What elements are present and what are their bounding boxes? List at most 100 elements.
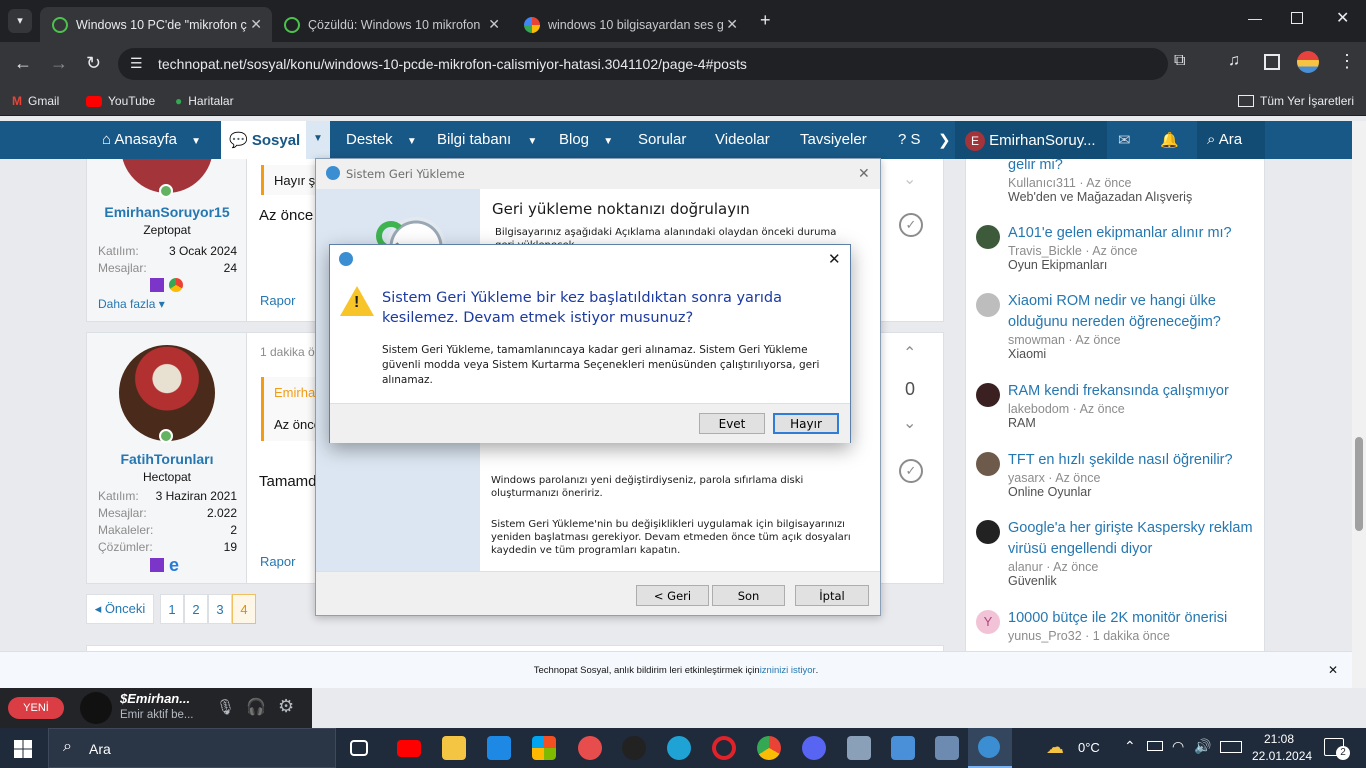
reload-icon[interactable]: ↻	[86, 53, 101, 74]
inbox-icon[interactable]: ✉	[1118, 131, 1131, 149]
taskbar-search[interactable]: ⌕ Ara	[48, 728, 336, 768]
username[interactable]: FatihTorunları	[87, 451, 247, 467]
temperature[interactable]: 0°C	[1078, 740, 1100, 755]
scrollbar-thumb[interactable]	[1355, 437, 1363, 531]
profile-avatar[interactable]	[1297, 51, 1319, 73]
avatar[interactable]: Y	[976, 610, 1000, 634]
store-icon[interactable]	[532, 736, 556, 760]
maximize-icon[interactable]	[1291, 12, 1303, 24]
site-info-icon[interactable]: ☰	[130, 55, 143, 72]
pagination-page-current[interactable]: 4	[232, 594, 256, 624]
permission-link[interactable]: izninizi istiyor	[760, 665, 816, 676]
nav-questions[interactable]: Sorular	[638, 131, 686, 148]
solution-check-icon[interactable]: ✓	[899, 213, 923, 237]
youtube-icon[interactable]	[397, 740, 421, 757]
chevron-down-icon[interactable]: ▼	[306, 121, 330, 159]
cancel-button[interactable]: İptal	[795, 585, 869, 606]
close-icon[interactable]: ✕	[858, 165, 870, 182]
system-restore-task[interactable]	[968, 728, 1012, 768]
microphone-icon[interactable]: 🎙	[216, 698, 235, 716]
keyboard-icon[interactable]	[1220, 741, 1242, 753]
chevron-up-icon[interactable]: ⌃	[1124, 738, 1136, 755]
solution-check-icon[interactable]: ✓	[899, 459, 923, 483]
no-button[interactable]: Hayır	[773, 413, 839, 434]
close-window-icon[interactable]: ✕	[1336, 8, 1349, 28]
avatar[interactable]	[976, 293, 1000, 317]
headphones-icon[interactable]: 🎧	[246, 697, 266, 717]
browser-tab-3[interactable]: windows 10 bilgisayardan ses g ✕	[512, 7, 748, 42]
bookmark-youtube[interactable]: YouTube	[86, 94, 155, 108]
close-tab-icon[interactable]: ✕	[250, 16, 262, 33]
username[interactable]: EmirhanSoruyor15	[87, 204, 247, 220]
minimize-icon[interactable]: —	[1248, 10, 1262, 26]
nav-knowledge[interactable]: Bilgi tabanı ▼	[437, 131, 537, 148]
start-windows-icon[interactable]	[14, 740, 32, 758]
post-time[interactable]: 1 dakika ön	[260, 345, 321, 359]
clock-date[interactable]: 22.01.2024	[1252, 749, 1312, 763]
edge-icon[interactable]	[667, 736, 691, 760]
new-badge[interactable]: YENİ	[8, 697, 64, 719]
nav-videos[interactable]: Videolar	[715, 131, 770, 148]
page-scrollbar[interactable]	[1352, 121, 1366, 688]
yes-button[interactable]: Evet	[699, 413, 765, 434]
side-panel-icon[interactable]	[1264, 54, 1280, 70]
vote-down-icon[interactable]: ⌄	[903, 169, 916, 189]
nav-blog[interactable]: Blog ▼	[559, 131, 613, 148]
avatar[interactable]	[119, 345, 215, 441]
avatar[interactable]	[976, 383, 1000, 407]
nav-account[interactable]: E EmirhanSoruy...	[955, 121, 1107, 159]
file-explorer-icon[interactable]	[442, 736, 466, 760]
avatar[interactable]	[976, 225, 1000, 249]
bookmark-maps[interactable]: ● Haritalar	[175, 94, 234, 108]
forward-icon[interactable]: →	[50, 53, 68, 74]
discord-username[interactable]: $Emirhan...	[120, 691, 190, 706]
task-view-icon[interactable]	[350, 740, 368, 756]
report-link[interactable]: Rapor	[260, 293, 295, 308]
report-link[interactable]: Rapor	[260, 554, 295, 569]
all-bookmarks[interactable]: Tüm Yer İşaretleri	[1238, 94, 1354, 108]
mouse-app-icon[interactable]	[578, 736, 602, 760]
browser-tab-1[interactable]: Windows 10 PC'de "mikrofon ç ✕	[40, 7, 272, 42]
back-button[interactable]: < Geri	[636, 585, 709, 606]
nav-more[interactable]: ? S	[898, 131, 921, 148]
search-nav[interactable]: ⌕ Ara	[1197, 121, 1265, 159]
media-icon[interactable]: ♫	[1228, 52, 1240, 70]
chevron-down-icon[interactable]: ▼	[527, 136, 537, 147]
volume-icon[interactable]: 🔊	[1194, 738, 1211, 755]
sidebar-thread[interactable]: gelir mi? Kullanıcı311 · Az önce Web'den…	[1008, 155, 1248, 204]
bell-icon[interactable]: 🔔	[1160, 131, 1179, 149]
discord-icon[interactable]	[802, 736, 826, 760]
chevron-down-icon[interactable]: ▼	[603, 136, 613, 147]
browser-tab-2[interactable]: Çözüldü: Windows 10 mikrofon ✕	[272, 7, 510, 42]
tab-search-button[interactable]: ▾	[8, 9, 32, 33]
more-link[interactable]: Daha fazla ▾	[98, 297, 165, 311]
nav-recommendations[interactable]: Tavsiyeler	[800, 131, 867, 148]
nav-scroll-right-icon[interactable]: ❯	[938, 131, 951, 149]
chrome-icon[interactable]	[757, 736, 781, 760]
back-icon[interactable]: ←	[14, 53, 32, 74]
wifi-icon[interactable]: ◠	[1172, 738, 1184, 755]
battery-icon[interactable]	[1147, 741, 1163, 751]
vote-up-icon[interactable]: ⌃	[903, 343, 916, 363]
avatar[interactable]	[80, 692, 112, 724]
close-tab-icon[interactable]: ✕	[726, 16, 738, 33]
avatar[interactable]	[976, 452, 1000, 476]
pagination-page[interactable]: 1	[160, 594, 184, 624]
bookmark-gmail[interactable]: M Gmail	[12, 94, 59, 108]
new-tab-icon[interactable]: +	[760, 10, 771, 31]
mouse-app-dark-icon[interactable]	[622, 736, 646, 760]
extensions-icon[interactable]: ⧉	[1174, 52, 1185, 70]
nav-home[interactable]: ⌂ Anasayfa ▼	[102, 131, 201, 148]
address-bar[interactable]: ☰ technopat.net/sosyal/konu/windows-10-p…	[118, 48, 1168, 80]
nav-support[interactable]: Destek ▼	[346, 131, 417, 148]
weather-icon[interactable]: ☁	[1046, 737, 1064, 758]
vote-down-icon[interactable]: ⌄	[903, 413, 916, 433]
chevron-down-icon[interactable]: ▼	[407, 136, 417, 147]
pagination-page[interactable]: 3	[208, 594, 232, 624]
menu-icon[interactable]: ⋮	[1338, 51, 1356, 72]
nav-social[interactable]: 💬 Sosyal	[221, 121, 309, 159]
opera-icon[interactable]	[712, 736, 736, 760]
pagination-page[interactable]: 2	[184, 594, 208, 624]
settings-gear-icon[interactable]: ⚙	[278, 696, 294, 717]
avatar[interactable]	[976, 520, 1000, 544]
